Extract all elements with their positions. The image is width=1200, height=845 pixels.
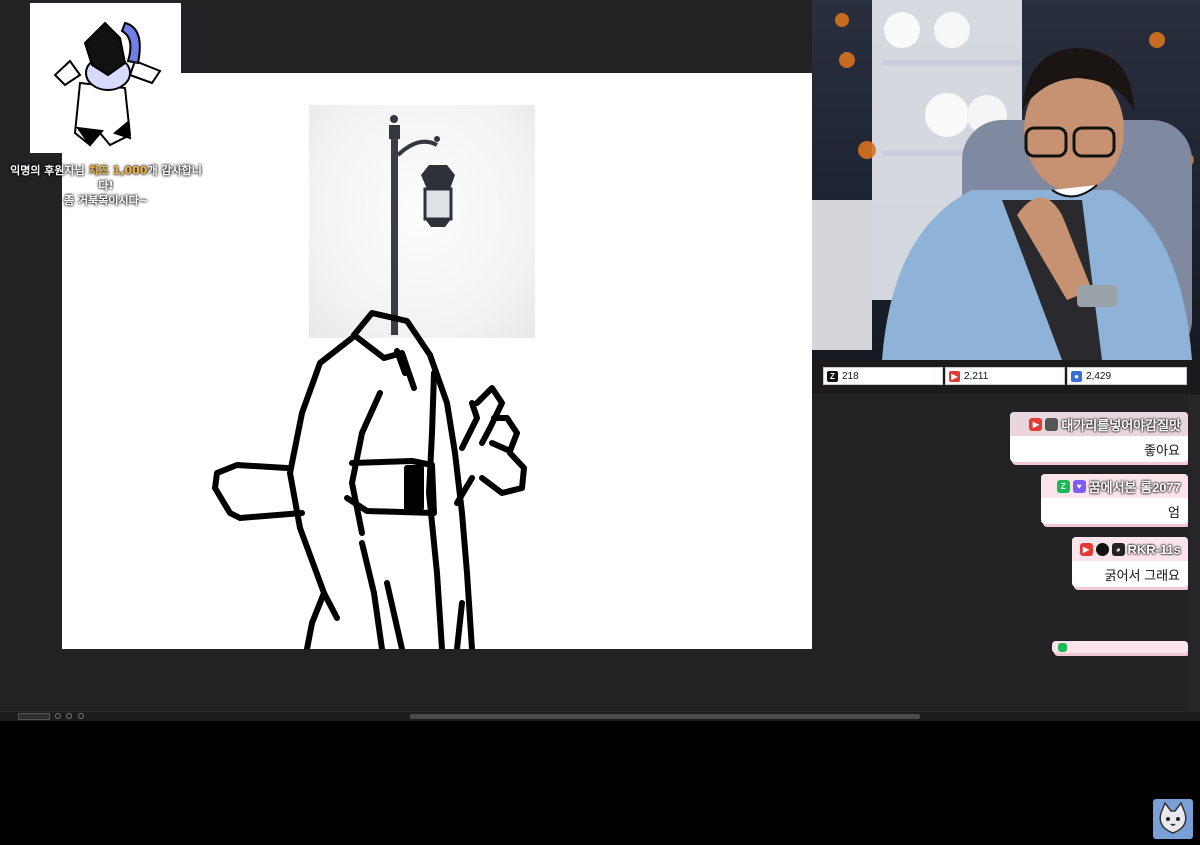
chat-text: 좋아요 (1144, 443, 1180, 458)
donation-alert-prefix: 익명의 후원자님 (10, 164, 89, 177)
chat-message-partial (1052, 641, 1188, 653)
other-count-value: 2,429 (1086, 370, 1112, 382)
chat-text: 굵어서 그래요 (1104, 568, 1180, 583)
drawing-canvas[interactable] (62, 73, 812, 649)
donation-alert-text: 익명의 후원자님 치즈 1,000개 감사합니다! 좀 거북목이시다~ (6, 163, 206, 208)
webcam-feed (812, 0, 1200, 360)
drawing-app-window: 익명의 후원자님 치즈 1,000개 감사합니다! 좀 거북목이시다~ Z 21… (0, 0, 1200, 721)
chzzk-badge-icon (1058, 642, 1067, 652)
chat-message: ▶ ◕ RKR-11s 굵어서 그래요 (1072, 537, 1188, 587)
cat-badge-icon: ◕ (1111, 542, 1125, 556)
youtube-badge-icon: ▶ (1079, 542, 1093, 556)
streamer-webcam-scene (812, 0, 1194, 360)
cat-face-icon (1159, 801, 1187, 834)
cat-emote-icon (1153, 799, 1193, 839)
youtube-count-value: 2,211 (964, 370, 989, 382)
donation-alert-amount: 치즈 1,000 (88, 164, 148, 177)
horizontal-scrollbar[interactable] (410, 714, 920, 719)
chat-message-header: ▶ ◕ RKR-11s (1072, 537, 1188, 561)
circle-badge-icon (1095, 542, 1109, 556)
canvas-bottom-toolbar (0, 711, 1200, 721)
donation-alert-image (30, 3, 181, 153)
donation-alert-message: 좀 거북목이시다~ (64, 194, 148, 207)
other-viewer-count: ● 2,429 (1067, 367, 1187, 385)
right-panel-scrollbar[interactable] (1188, 395, 1200, 711)
youtube-viewer-count: ▶ 2,211 (945, 367, 1065, 385)
chat-text: 엄 (1168, 505, 1180, 520)
viewer-stats-bar: Z 218 ▶ 2,211 ● 2,429 (812, 360, 1200, 394)
chat-message-header: ▶ 대가리를넣어야감질맛 (1010, 412, 1188, 436)
youtube-badge-icon: ▶ (1029, 417, 1043, 431)
figure-sketch (212, 310, 527, 649)
zoom-level-field[interactable] (18, 713, 50, 720)
heart-badge-icon: ♥ (1072, 479, 1086, 493)
chzzk-badge-icon: Z (1056, 479, 1070, 493)
rotate-left-icon[interactable] (55, 713, 61, 719)
chat-nickname: RKR-11s (1127, 541, 1181, 557)
chat-message: ▶ 대가리를넣어야감질맛 좋아요 (1010, 412, 1188, 462)
youtube-icon: ▶ (949, 370, 960, 382)
rotate-right-icon[interactable] (66, 713, 72, 719)
chzzk-count-value: 218 (842, 370, 859, 382)
user-badge-icon (1045, 417, 1059, 431)
mascot-character-icon (53, 21, 162, 147)
chzzk-viewer-count: Z 218 (823, 367, 943, 385)
chat-platform-icon: ● (1071, 370, 1082, 382)
chzzk-icon: Z (827, 370, 838, 382)
chat-nickname: 대가리를넣어야감질맛 (1061, 417, 1181, 433)
chat-nickname: 꿈에서본 롬2077 (1088, 479, 1181, 495)
chat-message-header: Z ♥ 꿈에서본 롬2077 (1041, 474, 1188, 498)
chat-message-header (1052, 641, 1188, 653)
chat-message: Z ♥ 꿈에서본 롬2077 엄 (1041, 474, 1188, 524)
reset-view-icon[interactable] (78, 713, 84, 719)
